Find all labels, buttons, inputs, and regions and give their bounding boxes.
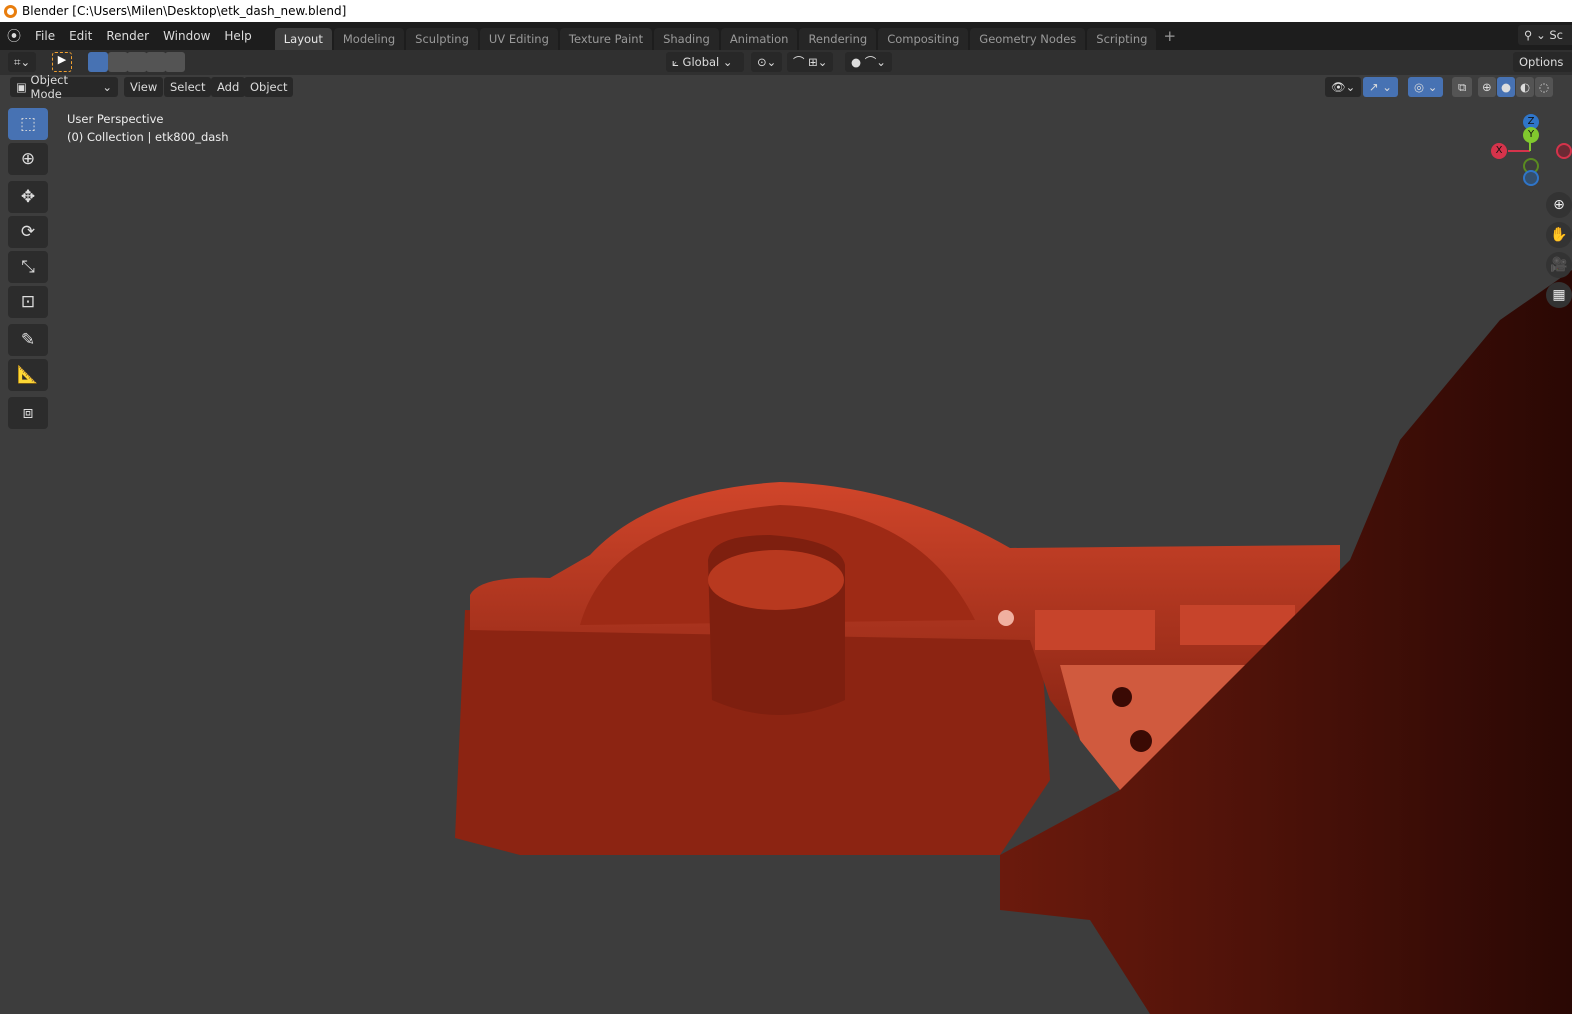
toolbar: ⬚ ⊕ ✥ ⟳ ⤡ ⊡ ✎ 📐 ⧈ bbox=[8, 108, 50, 432]
console-knob bbox=[1112, 687, 1132, 707]
pan-hand-icon[interactable]: ✋ bbox=[1546, 222, 1572, 248]
gizmo-y-axis[interactable]: Y bbox=[1523, 127, 1539, 143]
scale-tool-icon[interactable]: ⤡ bbox=[8, 251, 48, 283]
add-cube-tool-icon[interactable]: ⧈ bbox=[8, 397, 48, 429]
cursor-tool-icon[interactable]: ⊕ bbox=[8, 143, 48, 175]
gizmo-x-axis[interactable]: X bbox=[1491, 143, 1507, 159]
console-knob bbox=[1130, 730, 1152, 752]
annotate-tool-icon[interactable]: ✎ bbox=[8, 324, 48, 356]
column-cap bbox=[708, 550, 844, 610]
vent-left bbox=[1035, 610, 1155, 650]
camera-icon[interactable]: 🎥 bbox=[1546, 252, 1572, 278]
collection-label: (0) Collection | etk800_dash bbox=[67, 130, 229, 144]
rotate-tool-icon[interactable]: ⟳ bbox=[8, 216, 48, 248]
hazard-button bbox=[998, 610, 1014, 626]
measure-tool-icon[interactable]: 📐 bbox=[8, 359, 48, 391]
viewport-model[interactable] bbox=[0, 0, 1572, 1014]
zoom-icon[interactable]: ⊕ bbox=[1546, 192, 1572, 218]
perspective-label: User Perspective bbox=[67, 112, 164, 126]
gizmo-neg-x-axis[interactable] bbox=[1556, 143, 1572, 159]
transform-tool-icon[interactable]: ⊡ bbox=[8, 286, 48, 318]
select-box-tool-icon[interactable]: ⬚ bbox=[8, 108, 48, 140]
ortho-grid-icon[interactable]: ▦ bbox=[1546, 282, 1572, 308]
viewport-info: User Perspective (0) Collection | etk800… bbox=[67, 110, 229, 146]
gizmo-neg-z-axis[interactable] bbox=[1523, 170, 1539, 186]
navigation-gizmo[interactable]: Z Y X bbox=[1490, 112, 1572, 192]
move-tool-icon[interactable]: ✥ bbox=[8, 181, 48, 213]
